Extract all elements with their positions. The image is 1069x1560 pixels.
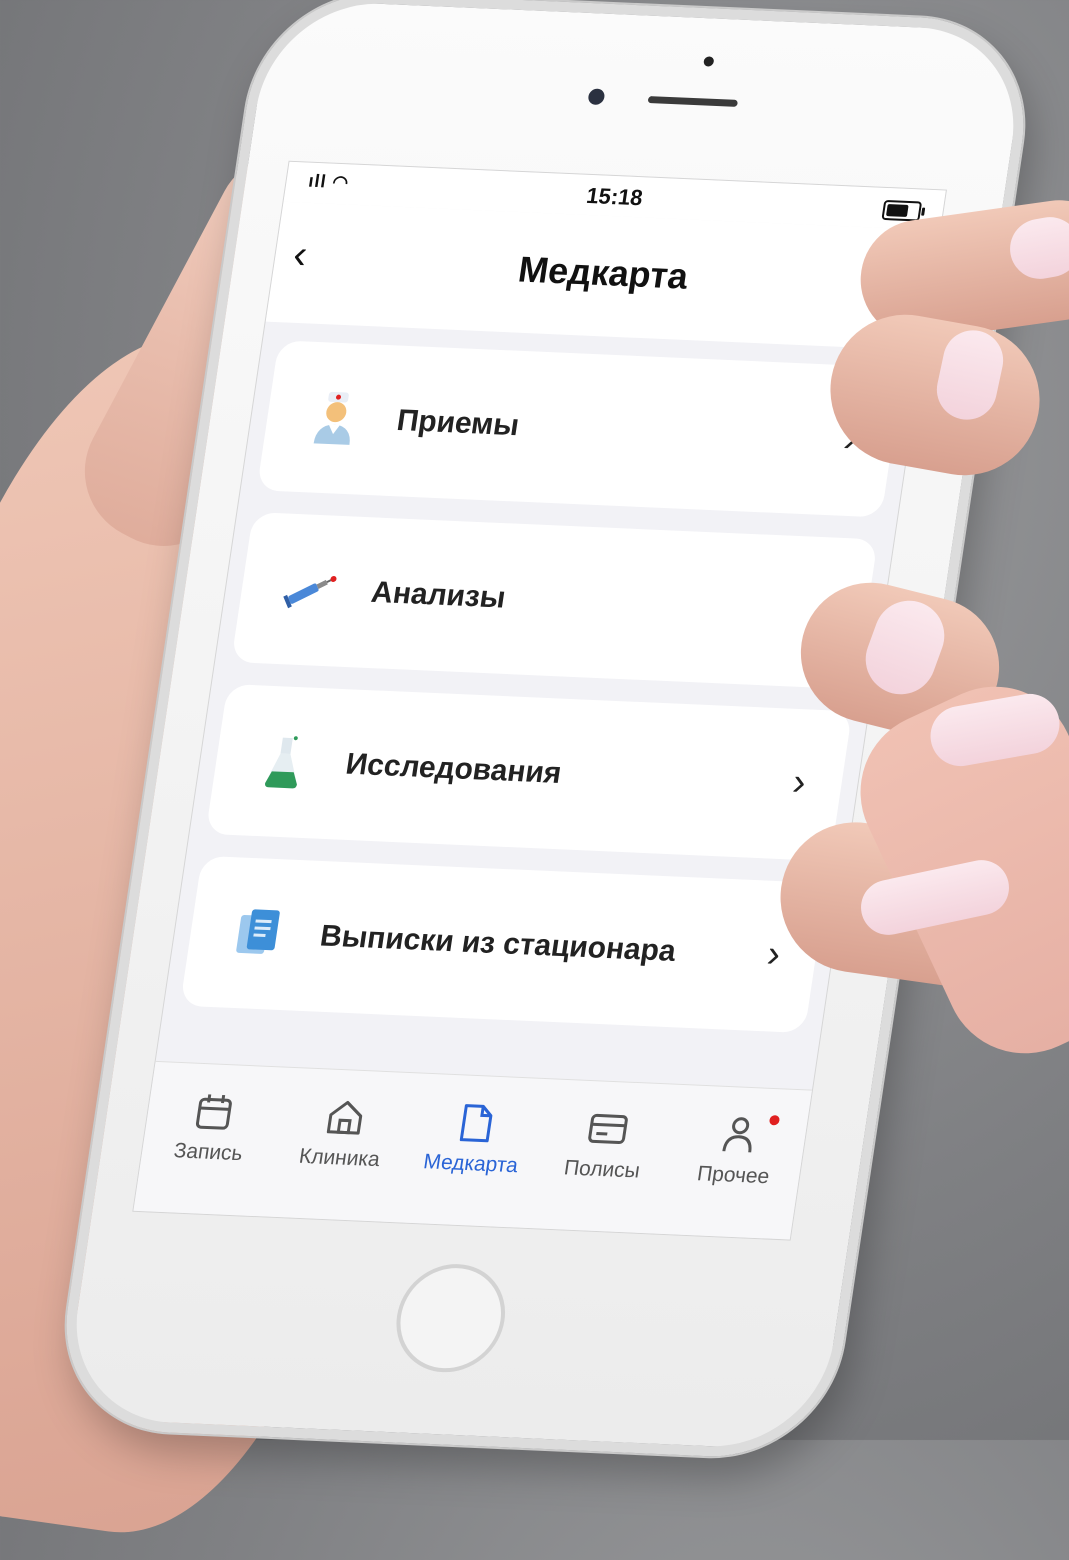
person-icon [676,1109,802,1160]
menu-item-label: Анализы [369,576,508,616]
chevron-right-icon: › [790,761,809,805]
tab-bar: Запись Клиника Медкарта [133,1061,812,1240]
earpiece-speaker [648,96,739,107]
doctor-icon [303,389,367,447]
menu-item-discharge-summaries[interactable]: Выписки из стационара › [180,856,827,1033]
tab-label: Полисы [540,1155,663,1184]
tab-other[interactable]: Прочее [664,1109,802,1239]
syringe-icon [278,561,342,619]
card-icon [545,1103,671,1154]
tab-clinic[interactable]: Клиника [271,1092,409,1222]
battery-icon [881,200,922,222]
tab-medcard[interactable]: Медкарта [402,1098,540,1228]
tab-appointment[interactable]: Запись [139,1086,277,1216]
menu-item-appointments[interactable]: Приемы › [257,340,904,517]
tab-label: Медкарта [409,1150,532,1179]
menu-item-label: Приемы [395,404,522,443]
menu-item-studies[interactable]: Исследования › [206,684,853,861]
tab-label: Запись [147,1138,270,1167]
tab-label: Клиника [278,1144,401,1173]
home-icon [282,1092,408,1143]
tab-label: Прочее [672,1161,795,1190]
menu-item-analyses[interactable]: Анализы › [231,512,878,689]
proximity-sensor [703,56,714,66]
menu-item-label: Исследования [343,748,563,791]
calendar-icon [151,1086,277,1137]
home-button[interactable] [389,1262,512,1375]
page-title: Медкарта [272,238,935,309]
document-icon [414,1098,540,1149]
chevron-right-icon: › [764,933,783,977]
battery-level [886,204,909,217]
front-camera [587,88,605,105]
tab-policies[interactable]: Полисы [533,1103,671,1233]
documents-icon [227,904,291,962]
flask-icon [252,733,316,791]
menu-item-label: Выписки из стационара [318,919,678,969]
